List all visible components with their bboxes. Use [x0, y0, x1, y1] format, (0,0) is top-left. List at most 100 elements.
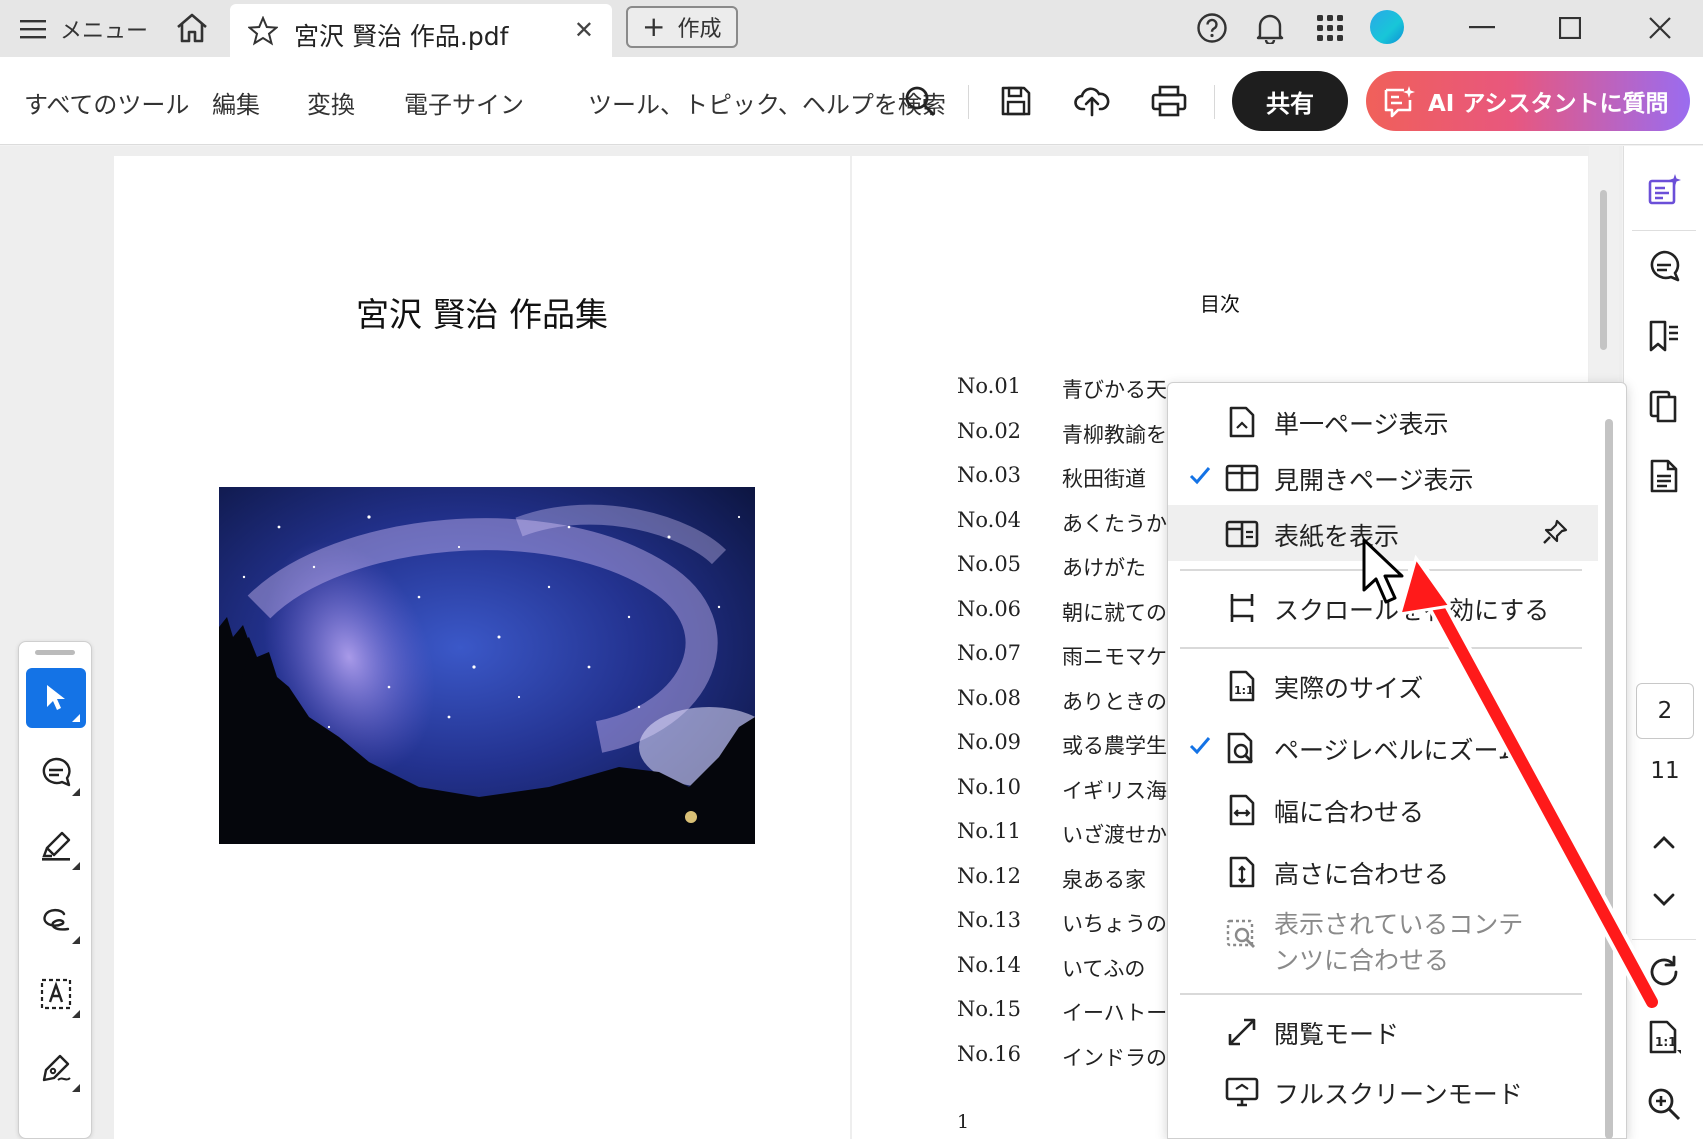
convert-link[interactable]: 変換 — [307, 85, 355, 120]
notifications-button[interactable] — [1250, 10, 1290, 46]
menu-item-single-page[interactable]: 単一ページ表示 — [1168, 393, 1598, 449]
menu-label: メニュー — [60, 19, 149, 44]
edit-link[interactable]: 編集 — [212, 85, 260, 120]
right-side-rail: 2 11 1:1 — [1623, 146, 1703, 1139]
esign-link[interactable]: 電子サイン — [404, 85, 524, 120]
svg-text:1:1: 1:1 — [1234, 684, 1254, 697]
pages-thumbnails-icon — [1649, 390, 1677, 423]
bookmarks-panel-button[interactable] — [1640, 312, 1688, 360]
ai-assistant-icon — [1384, 86, 1415, 118]
quick-tools-panel — [18, 641, 92, 1139]
menu-item-fit-height[interactable]: 高さに合わせる — [1168, 843, 1598, 899]
help-button[interactable] — [1192, 10, 1232, 46]
menu-scrollbar[interactable] — [1605, 419, 1613, 1139]
panel-grip-handle[interactable] — [35, 650, 75, 655]
text-box-icon — [40, 978, 72, 1010]
share-button[interactable]: 共有 — [1232, 71, 1348, 131]
rail-divider — [1632, 939, 1696, 940]
bookmark-list-icon — [1649, 320, 1678, 352]
cover-title: 宮沢 賢治 作品集 — [356, 295, 608, 334]
night-sky-photo — [219, 487, 755, 844]
apps-grid-icon — [1317, 15, 1343, 41]
print-button[interactable] — [1145, 77, 1193, 125]
cursor-arrow-icon — [47, 685, 65, 710]
view-options-button[interactable]: 1:1 — [1640, 1014, 1688, 1062]
minimize-button[interactable] — [1452, 6, 1512, 50]
main-toolbar: すべてのツール 編集 変換 電子サイン ツール、トピック、ヘルプを検索 共有 A… — [0, 57, 1703, 145]
current-page-input[interactable]: 2 — [1636, 683, 1694, 739]
home-button[interactable] — [172, 10, 212, 46]
menu-button[interactable]: メニュー — [20, 12, 148, 46]
close-icon — [1649, 17, 1671, 39]
select-tool-button[interactable] — [26, 668, 86, 728]
create-button[interactable]: + 作成 — [626, 6, 738, 48]
help-icon — [1197, 13, 1227, 43]
pages-panel-button[interactable] — [1640, 382, 1688, 430]
toolbar-divider — [1214, 85, 1215, 119]
ai-assistant-label: AI アシスタントに質問 — [1428, 91, 1669, 117]
menu-item-actual-size[interactable]: 1:1 実際のサイズ — [1168, 657, 1598, 713]
print-icon — [1151, 85, 1187, 117]
next-page-button[interactable] — [1640, 876, 1688, 924]
scrollbar-thumb[interactable] — [1600, 190, 1607, 350]
ai-summary-button[interactable] — [1640, 166, 1688, 214]
checkmark-icon — [1189, 467, 1211, 485]
zoom-in-button[interactable] — [1640, 1080, 1688, 1128]
save-button[interactable] — [992, 77, 1040, 125]
full-screen-icon — [1225, 1075, 1259, 1109]
close-window-button[interactable] — [1630, 6, 1690, 50]
menu-item-fit-width[interactable]: 幅に合わせる — [1168, 781, 1598, 837]
fit-height-icon — [1225, 855, 1259, 889]
maximize-button[interactable] — [1540, 6, 1600, 50]
freehand-draw-icon — [43, 908, 70, 931]
apps-button[interactable] — [1310, 10, 1350, 46]
single-page-icon — [1225, 405, 1259, 439]
all-tools-link[interactable]: すべてのツール — [24, 85, 189, 120]
document-properties-button[interactable] — [1640, 452, 1688, 500]
fit-visible-icon — [1225, 917, 1259, 951]
bell-icon — [1256, 14, 1284, 44]
page-number: 1 — [957, 1111, 970, 1133]
menu-item-fit-visible: 表示されているコンテンツに合わせる — [1168, 905, 1598, 985]
search-field[interactable]: ツール、トピック、ヘルプを検索 — [588, 85, 946, 120]
tab-close-icon[interactable]: ✕ — [574, 16, 594, 44]
comment-icon — [1650, 250, 1680, 282]
view-options-menu: 単一ページ表示 見開きページ表示 表紙を表示 スクロールを有効にする 1:1 実… — [1167, 382, 1627, 1139]
comment-tool-button[interactable] — [26, 742, 86, 802]
menu-item-reading-mode[interactable]: 閲覧モード — [1168, 1003, 1598, 1059]
menu-divider — [1180, 647, 1582, 649]
menu-item-zoom-page-level[interactable]: ページレベルにズーム — [1168, 719, 1598, 775]
draw-tool-button[interactable] — [26, 890, 86, 950]
previous-page-button[interactable] — [1640, 818, 1688, 866]
plus-icon: + — [642, 10, 666, 43]
actual-size-page-icon: 1:1 — [1649, 1020, 1681, 1054]
scroll-icon — [1225, 591, 1259, 625]
chevron-up-icon — [1653, 836, 1675, 849]
ai-assistant-button[interactable]: AI アシスタントに質問 — [1366, 71, 1690, 131]
checkmark-icon — [1189, 737, 1211, 755]
star-icon[interactable] — [248, 16, 278, 46]
menu-item-full-screen[interactable]: フルスクリーンモード — [1168, 1063, 1598, 1119]
comments-panel-button[interactable] — [1640, 242, 1688, 290]
mouse-pointer-icon — [1362, 538, 1404, 604]
zoom-in-icon — [1648, 1088, 1681, 1121]
search-icon — [905, 86, 936, 117]
sign-tool-button[interactable] — [26, 1038, 86, 1098]
upload-button[interactable] — [1068, 77, 1116, 125]
menu-divider — [1180, 993, 1582, 995]
avatar[interactable] — [1370, 10, 1404, 44]
search-button[interactable] — [896, 77, 944, 125]
tab-title: 宮沢 賢治 作品.pdf — [294, 22, 509, 51]
highlight-tool-button[interactable] — [26, 816, 86, 876]
pen-sign-icon — [42, 1054, 71, 1082]
document-tab[interactable]: 宮沢 賢治 作品.pdf ✕ — [230, 4, 612, 57]
text-box-tool-button[interactable] — [26, 964, 86, 1024]
save-icon — [1001, 86, 1031, 116]
toolbar-divider — [968, 85, 969, 119]
actual-size-icon: 1:1 — [1225, 669, 1259, 703]
menu-item-two-page[interactable]: 見開きページ表示 — [1168, 449, 1598, 505]
pin-icon[interactable] — [1542, 519, 1568, 549]
maximize-icon — [1559, 17, 1581, 39]
rotate-button[interactable] — [1640, 948, 1688, 996]
zoom-page-icon — [1225, 731, 1259, 765]
